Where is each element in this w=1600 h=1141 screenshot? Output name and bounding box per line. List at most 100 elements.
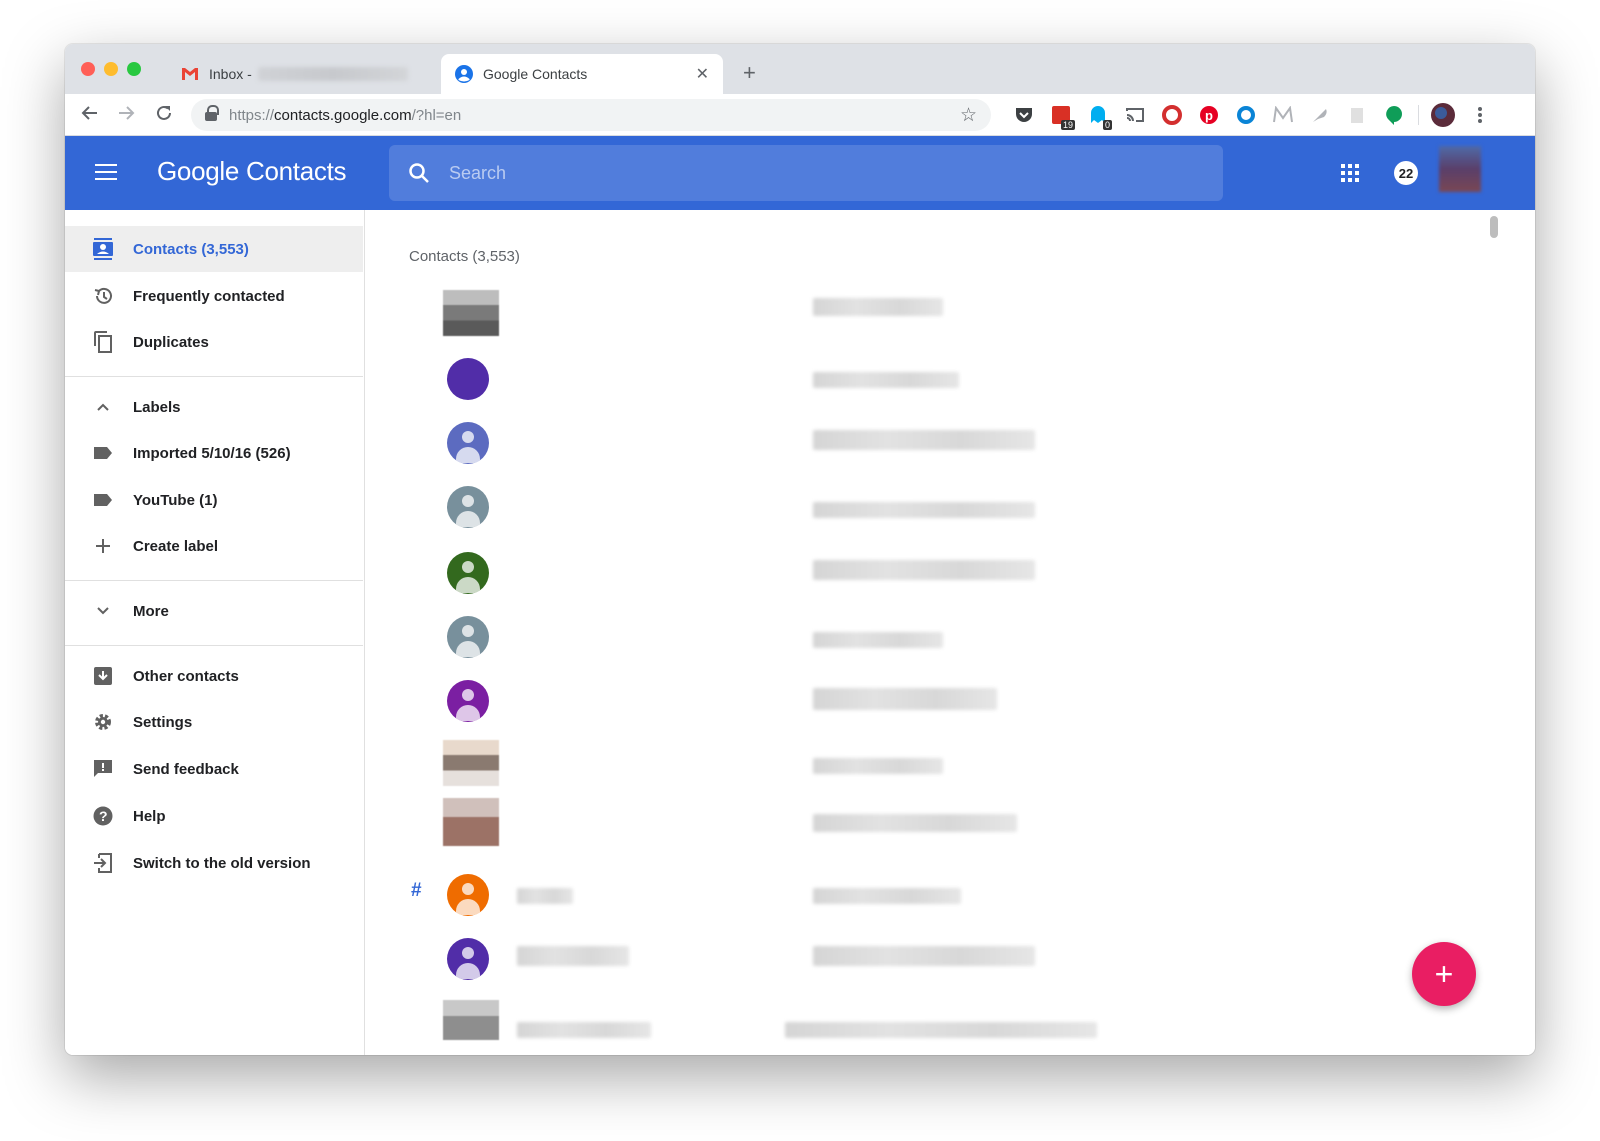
calendar-extension-icon[interactable]: 19 <box>1042 102 1079 130</box>
contact-photo <box>443 1000 499 1040</box>
bookmark-star-icon[interactable]: ☆ <box>960 104 977 127</box>
maximize-window-button[interactable] <box>127 62 141 76</box>
google-apps-icon[interactable] <box>1341 164 1359 182</box>
sidebar-item-duplicates[interactable]: Duplicates <box>65 319 363 365</box>
pinterest-icon[interactable]: p <box>1190 102 1227 128</box>
contact-row[interactable] <box>365 674 1465 734</box>
sidebar-item-settings[interactable]: Settings <box>65 699 363 745</box>
sidebar-item-send-feedback[interactable]: Send feedback <box>65 746 363 792</box>
medium-icon[interactable] <box>1264 102 1301 128</box>
sidebar-item-label: More <box>133 602 169 620</box>
redacted-contact-info <box>813 372 959 388</box>
search-icon[interactable] <box>389 162 449 184</box>
redacted-contact-info <box>813 430 1035 450</box>
contacts-icon <box>455 65 473 83</box>
sidebar-item-imported-label[interactable]: Imported 5/10/16 (526) <box>65 430 363 476</box>
contact-row[interactable] <box>365 798 1465 858</box>
clipboard-icon[interactable] <box>1338 102 1375 128</box>
tab-title: Inbox - <box>209 66 252 82</box>
new-tab-button[interactable]: + <box>743 60 756 86</box>
sidebar-item-label: Duplicates <box>133 333 209 351</box>
browser-toolbar: https:// contacts.google.com /?hl=en ☆ 1… <box>65 94 1535 136</box>
close-icon[interactable]: ✕ <box>696 64 709 84</box>
sidebar-item-label: Imported 5/10/16 (526) <box>133 444 291 462</box>
reload-button[interactable] <box>155 104 173 128</box>
sidebar-item-help[interactable]: ? Help <box>65 793 363 839</box>
ghostery-icon[interactable]: 0 <box>1079 102 1116 130</box>
label-icon <box>65 446 133 460</box>
redacted-contact-info <box>813 814 1017 832</box>
feather-icon[interactable] <box>1301 102 1338 128</box>
brand-google: Google <box>157 156 240 186</box>
contact-row[interactable] <box>365 546 1465 606</box>
sidebar: Contacts (3,553) Frequently contacted Du… <box>65 210 365 1055</box>
exit-icon <box>65 853 133 873</box>
feedback-icon <box>65 759 133 779</box>
sidebar-labels-toggle[interactable]: Labels <box>65 384 363 430</box>
search-input[interactable] <box>449 162 1149 184</box>
avatar <box>447 616 489 658</box>
contact-row[interactable] <box>365 284 1465 344</box>
person-card-icon <box>65 238 133 260</box>
redacted-contact-info <box>813 688 997 710</box>
contact-row[interactable] <box>365 1000 1465 1055</box>
avatar <box>447 486 489 528</box>
plus-icon <box>65 538 133 554</box>
chrome-menu-icon[interactable] <box>1461 102 1498 128</box>
cast-icon[interactable] <box>1116 102 1153 128</box>
circle-extension-icon[interactable] <box>1227 102 1264 128</box>
tab-google-contacts[interactable]: Google Contacts ✕ <box>441 54 723 94</box>
tab-strip: Inbox - ✕ Google Contacts ✕ + <box>65 44 1535 94</box>
sidebar-item-contacts[interactable]: Contacts (3,553) <box>65 226 363 272</box>
search-box[interactable] <box>389 145 1223 201</box>
scrollbar-thumb[interactable] <box>1490 216 1498 238</box>
redacted-contact-info <box>813 632 943 648</box>
avatar <box>447 422 489 464</box>
notifications-badge[interactable]: 22 <box>1394 161 1418 185</box>
contacts-list-pane: Contacts (3,553) # <box>365 210 1535 1055</box>
avatar <box>447 938 489 980</box>
forward-button[interactable] <box>117 104 135 128</box>
contact-row[interactable] <box>365 740 1465 800</box>
sidebar-divider <box>65 376 363 377</box>
main-menu-icon[interactable] <box>95 164 117 180</box>
contact-row[interactable] <box>365 352 1465 412</box>
create-contact-button[interactable]: + <box>1412 942 1476 1006</box>
sidebar-item-create-label[interactable]: Create label <box>65 523 363 569</box>
sidebar-item-youtube-label[interactable]: YouTube (1) <box>65 477 363 523</box>
sidebar-item-frequently-contacted[interactable]: Frequently contacted <box>65 273 363 319</box>
sidebar-item-other-contacts[interactable]: Other contacts <box>65 653 363 699</box>
sidebar-more-toggle[interactable]: More <box>65 588 363 634</box>
close-window-button[interactable] <box>81 62 95 76</box>
contact-row[interactable] <box>365 610 1465 670</box>
hangouts-icon[interactable] <box>1375 102 1412 128</box>
contacts-app-bar: Google Contacts 22 <box>65 136 1535 210</box>
tab-title: Google Contacts <box>483 66 588 82</box>
redacted-contact-name <box>517 888 573 904</box>
sidebar-item-label: Contacts (3,553) <box>133 240 249 258</box>
minimize-window-button[interactable] <box>104 62 118 76</box>
redacted-contact-name <box>517 1022 651 1038</box>
contact-row[interactable] <box>365 932 1465 992</box>
sidebar-item-label: Frequently contacted <box>133 287 285 305</box>
url-scheme: https:// <box>229 106 275 124</box>
gmail-icon <box>181 65 199 83</box>
lastpass-refresh-icon[interactable] <box>1153 102 1190 128</box>
contact-row[interactable] <box>365 480 1465 540</box>
redacted-contact-info <box>813 758 943 774</box>
profile-avatar-icon[interactable] <box>1424 102 1461 128</box>
sidebar-item-switch-old-version[interactable]: Switch to the old version <box>65 840 363 886</box>
avatar <box>447 358 489 400</box>
contact-row[interactable] <box>365 416 1465 476</box>
address-bar[interactable]: https:// contacts.google.com /?hl=en ☆ <box>191 99 991 131</box>
sidebar-item-label: Settings <box>133 713 193 731</box>
svg-text:p: p <box>1205 108 1213 123</box>
redacted-contact-info <box>813 560 1035 580</box>
redacted-contact-name <box>517 946 629 966</box>
app-logo[interactable]: Google Contacts <box>157 156 347 187</box>
account-avatar[interactable] <box>1439 146 1481 192</box>
contact-row[interactable] <box>365 868 1465 928</box>
back-button[interactable] <box>81 104 99 128</box>
contact-photo <box>443 798 499 846</box>
pocket-icon[interactable] <box>1005 102 1042 128</box>
